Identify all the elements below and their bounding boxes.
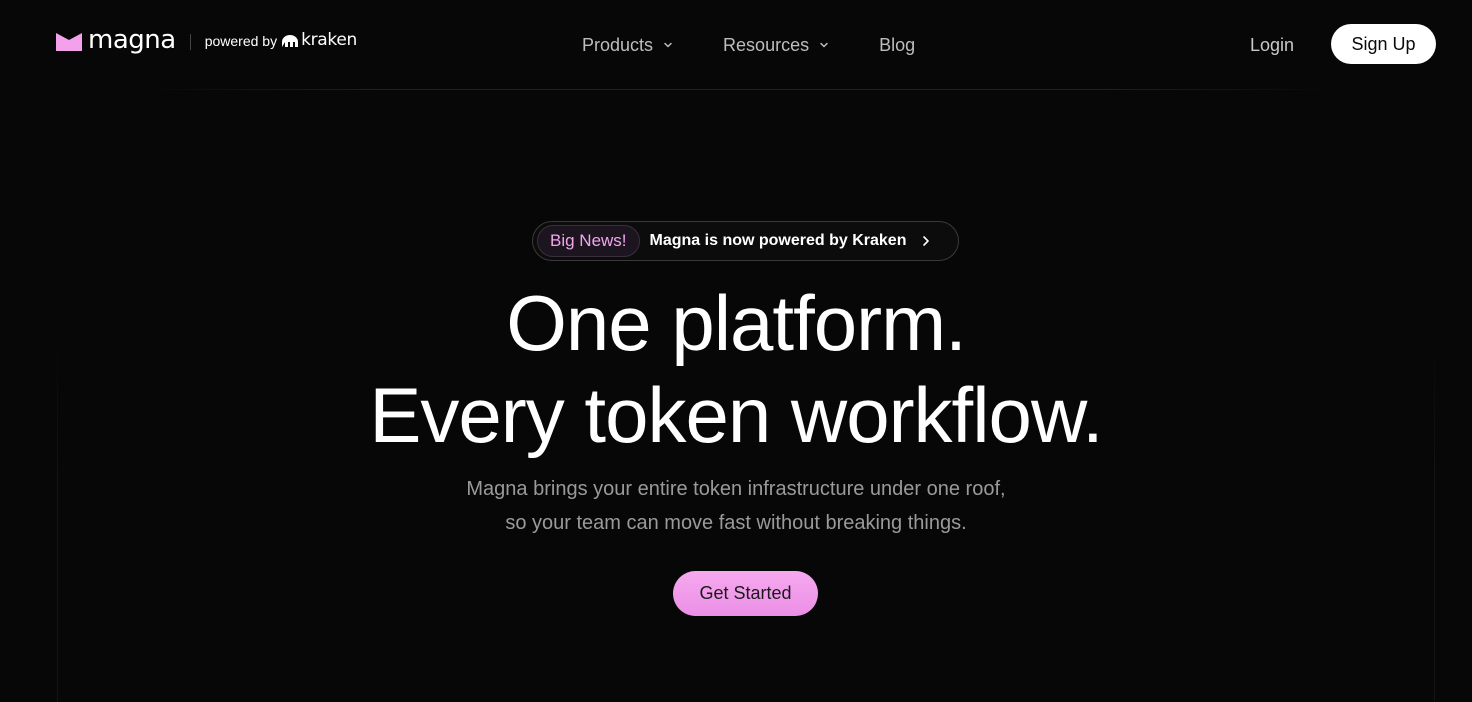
kraken-wordmark: kraken [301,30,358,50]
nav-blog[interactable]: Blog [879,32,915,58]
announcement-text: Magna is now powered by Kraken [649,232,907,249]
nav-products[interactable]: Products [582,32,673,58]
hero-headline-line-1: One platform. [506,279,967,367]
announcement-badge[interactable]: Big News! Magna is now powered by Kraken [532,221,959,261]
brand-logo-link[interactable]: magna powered by kraken [56,25,358,56]
get-started-button[interactable]: Get Started [673,571,818,616]
brand-name: magna [88,25,176,55]
hero-subtitle-line-1: Magna brings your entire token infrastru… [466,478,1006,500]
site-header: magna powered by kraken Products Resourc… [0,0,1472,90]
nav-resources[interactable]: Resources [723,32,829,58]
magna-logo-icon [56,33,82,51]
login-link[interactable]: Login [1250,32,1294,58]
brand-divider [189,34,191,50]
chevron-right-icon [923,236,930,246]
main-nav: Products Resources Blog [582,32,915,58]
page: magna powered by kraken Products Resourc… [0,0,1472,702]
chevron-down-icon [664,42,672,48]
powered-by-label: powered by [204,33,278,49]
nav-blog-label: Blog [879,35,916,55]
sign-up-button[interactable]: Sign Up [1331,24,1436,64]
header-divider [140,89,1340,90]
big-news-tag: Big News! [537,225,640,257]
kraken-logo-icon [282,35,299,47]
chevron-down-icon [820,42,828,48]
nav-resources-label: Resources [723,35,810,55]
nav-products-label: Products [582,35,654,55]
hero-headline-line-2: Every token workflow. [369,371,1103,459]
hero-subtitle-line-2: so your team can move fast without break… [505,512,967,534]
